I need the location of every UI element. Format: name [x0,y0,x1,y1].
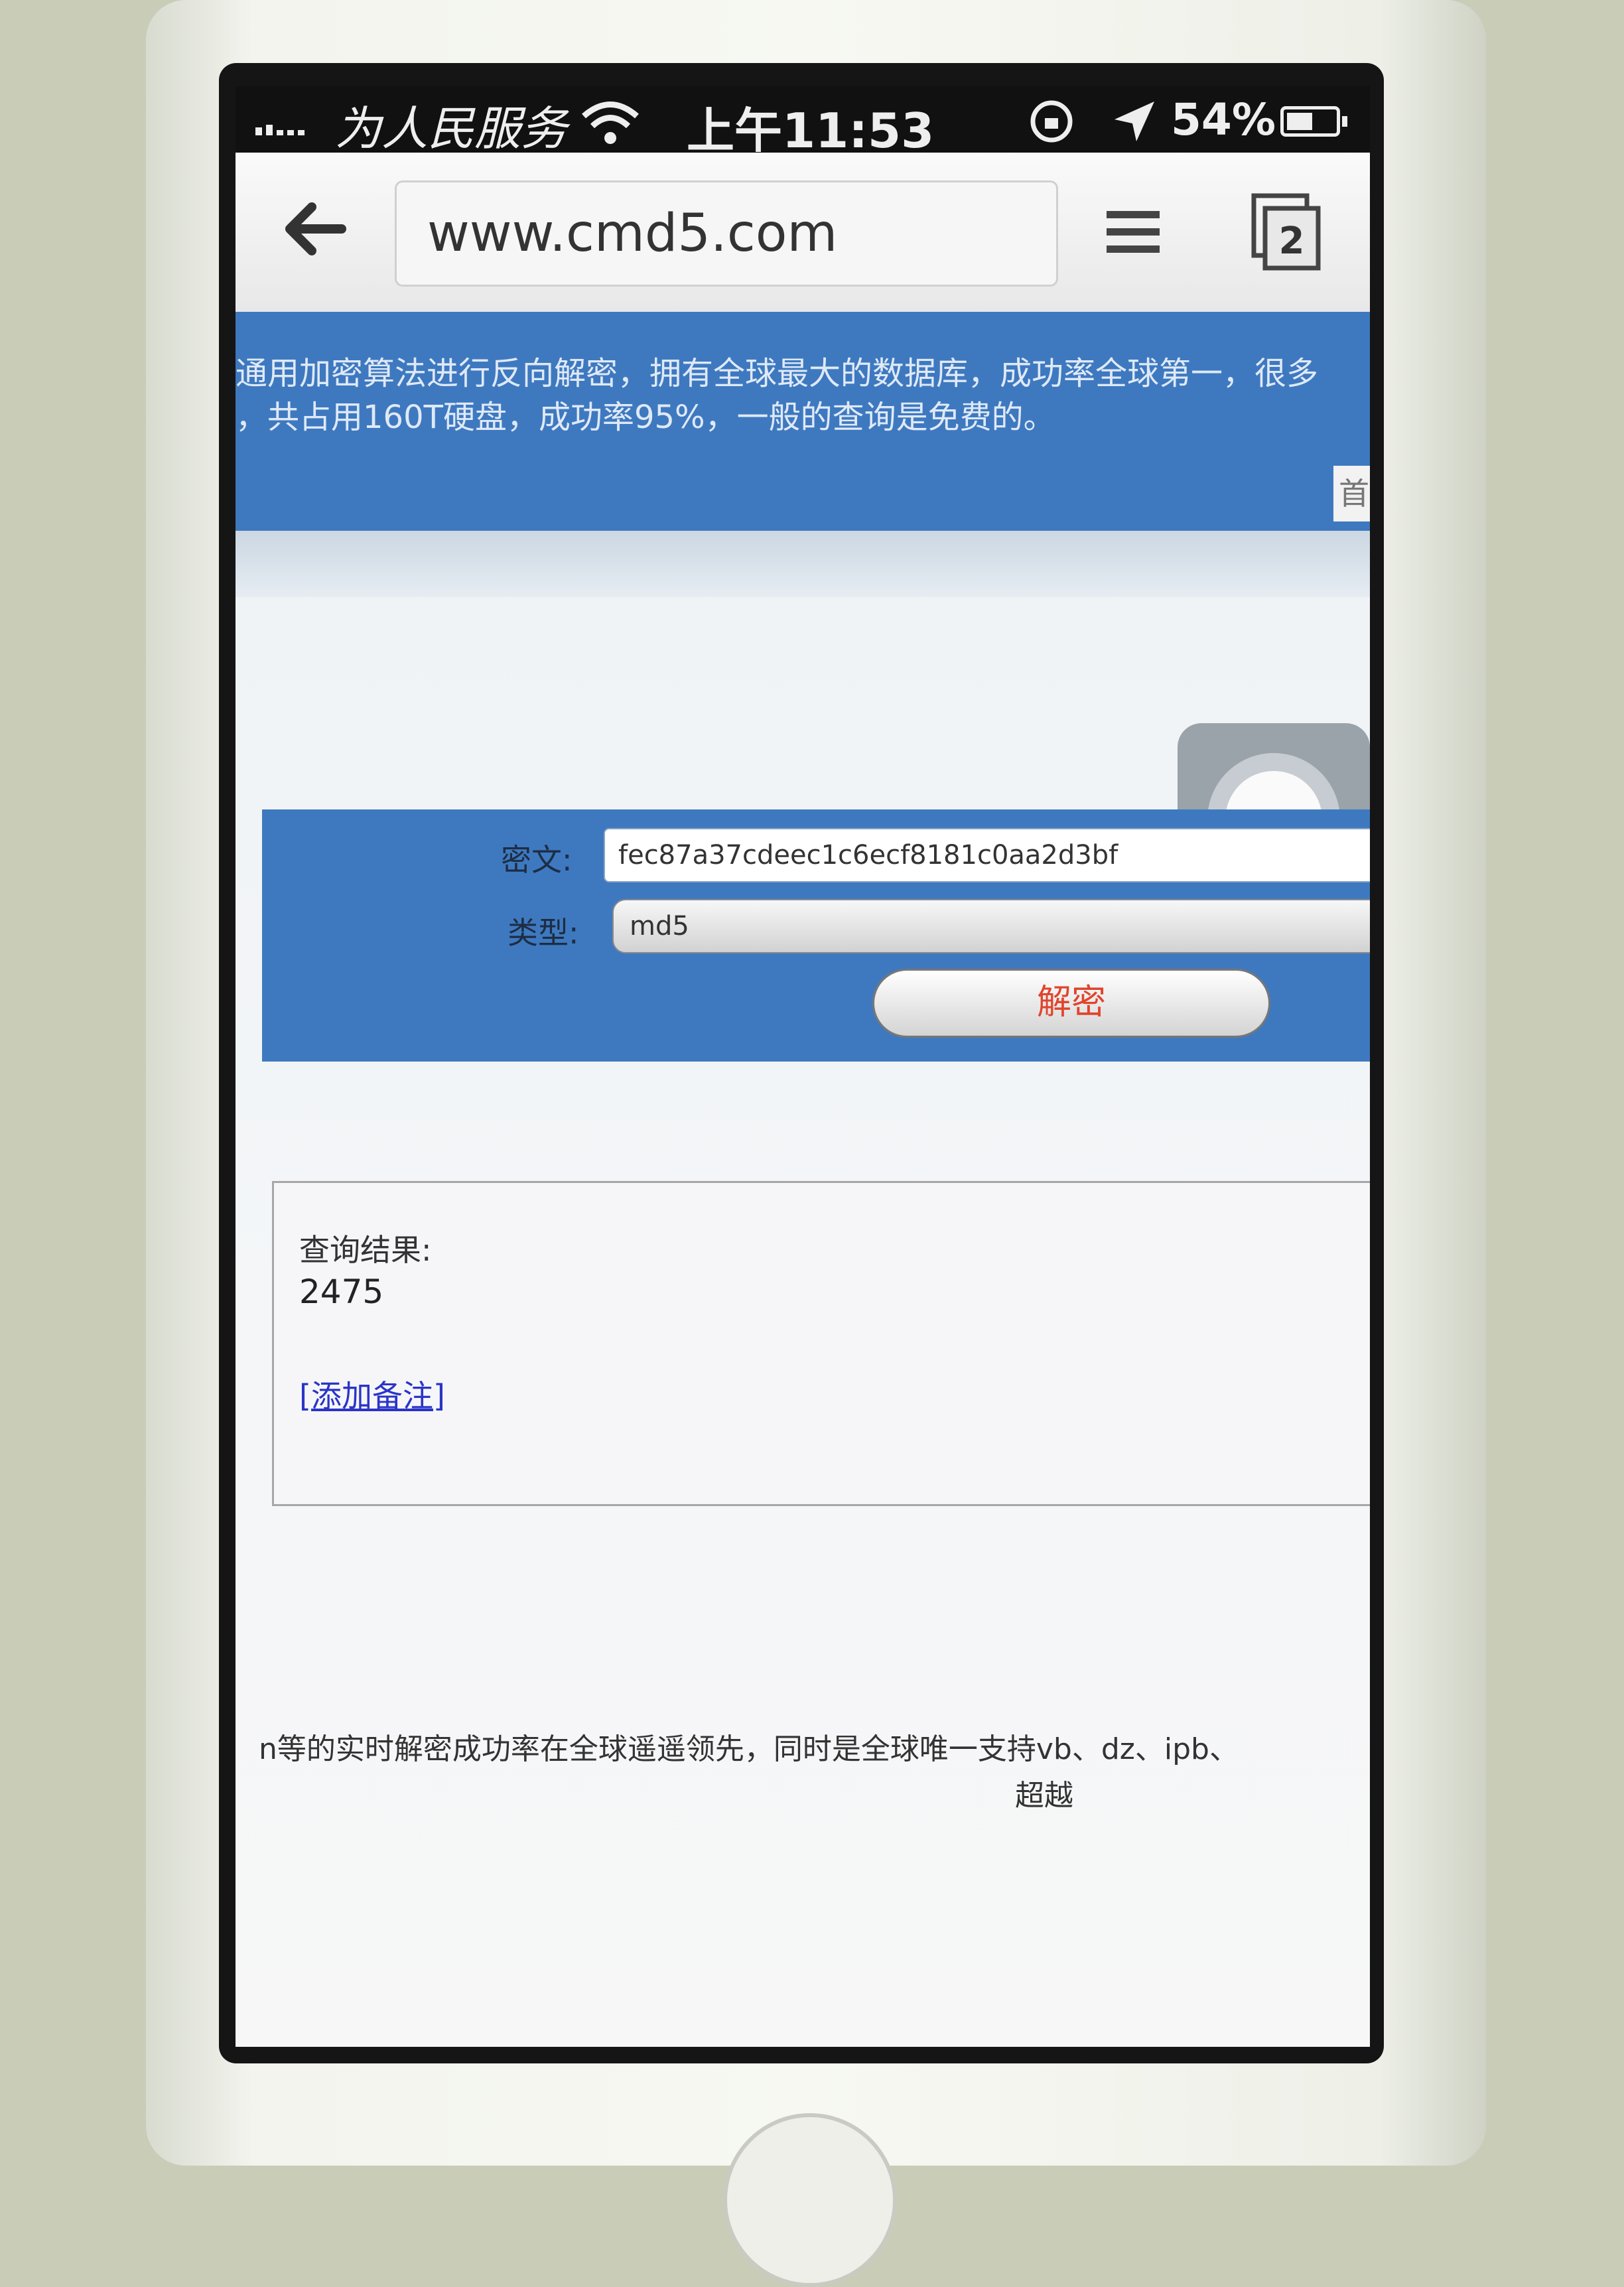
back-arrow-icon[interactable] [275,192,355,265]
status-time: 上午11:53 [687,103,935,159]
footer-text-line-1: n等的实时解密成功率在全球遥遥领先，同时是全球唯一支持vb、dz、ipb、 [259,1732,1239,1766]
result-panel: 查询结果: 2475 [添加备注] [272,1181,1370,1506]
home-button[interactable] [723,2113,897,2287]
type-label: 类型: [508,915,579,951]
intro-line-1: 通用加密算法进行反向解密，拥有全球最大的数据库，成功率全球第一，很多 [236,355,1319,392]
menu-icon[interactable] [1101,200,1165,264]
add-note-link[interactable]: [添加备注] [299,1372,445,1416]
result-title: 查询结果: [299,1232,432,1268]
home-link[interactable]: 首 [1333,466,1370,521]
tabs-button[interactable]: 2 [1251,192,1323,272]
cipher-label: 密文: [501,842,573,878]
carrier-name: 为人民服务 [335,102,567,156]
tabs-icon: 2 [1251,193,1321,271]
type-select[interactable]: md5 [612,899,1370,953]
nav-band [236,531,1370,597]
decrypt-form: 密文: fec87a37cdeec1c6ecf8181c0aa2d3bf 类型:… [262,809,1370,1062]
battery-icon [1280,106,1347,137]
cipher-input[interactable]: fec87a37cdeec1c6ecf8181c0aa2d3bf [604,828,1370,882]
browser-toolbar: www.cmd5.com 2 [236,153,1370,313]
result-value: 2475 [299,1273,384,1311]
rotation-lock-icon [1030,100,1073,143]
address-bar[interactable]: www.cmd5.com [395,180,1058,287]
signal-strength-icon [255,125,304,135]
location-arrow-icon [1115,102,1154,141]
battery-percentage: 54% [1171,94,1276,145]
web-page: 通用加密算法进行反向解密，拥有全球最大的数据库，成功率全球第一，很多 ，共占用1… [236,312,1370,2047]
status-bar: 为人民服务 上午11:53 54% [236,86,1370,159]
footer-text-line-2: 超越 [1015,1779,1073,1813]
tab-count: 2 [1279,220,1305,263]
battery-level [1287,113,1312,130]
site-intro: 通用加密算法进行反向解密，拥有全球最大的数据库，成功率全球第一，很多 ，共占用1… [236,352,1370,439]
intro-line-2: ，共占用160T硬盘，成功率95%，一般的查询是免费的。 [236,399,1055,436]
site-banner: 通用加密算法进行反向解密，拥有全球最大的数据库，成功率全球第一，很多 ，共占用1… [236,312,1370,531]
phone-screen: 为人民服务 上午11:53 54% www.cmd5.com 2 通用加密算法进… [236,86,1370,2047]
wifi-icon [582,102,639,144]
decrypt-button[interactable]: 解密 [872,969,1270,1038]
